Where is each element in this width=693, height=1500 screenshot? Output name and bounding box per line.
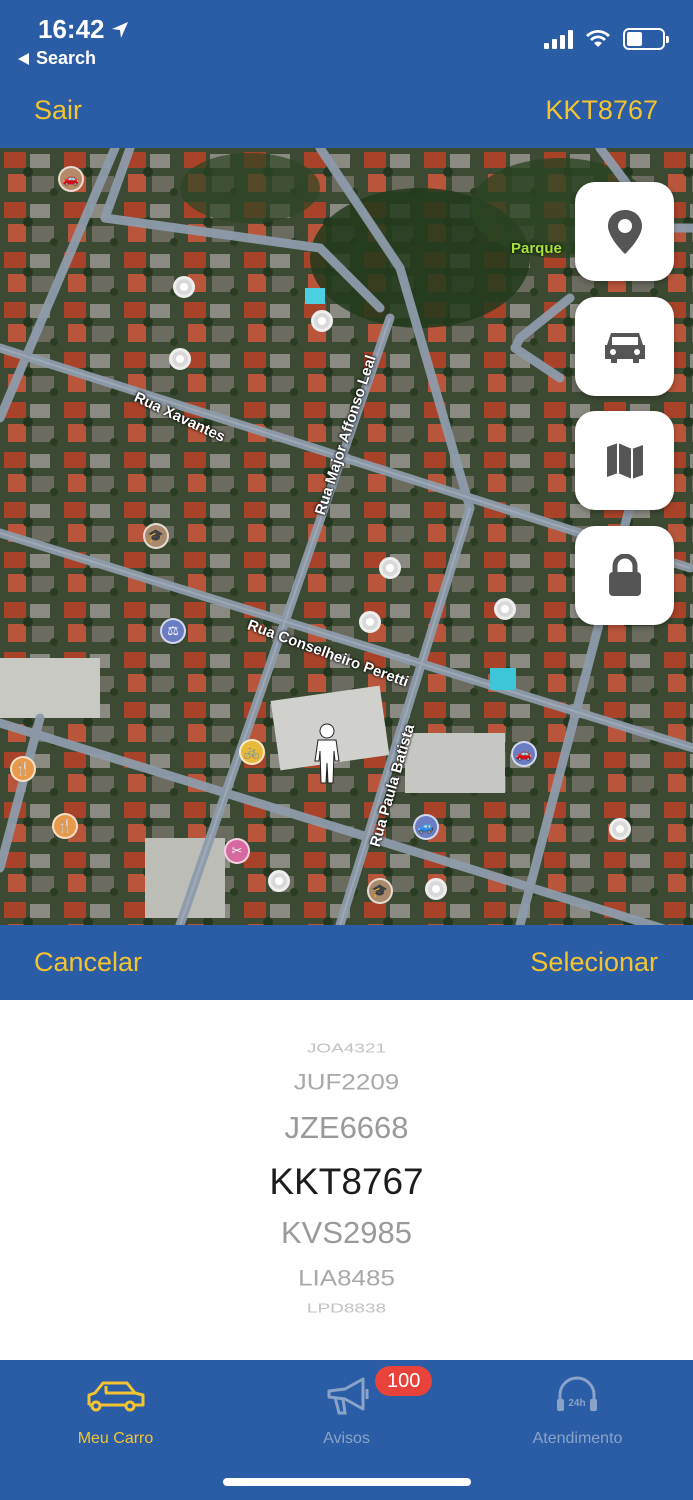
satellite-map[interactable]: Rua Xavantes Rua Major Affonso Leal Rua …	[0, 148, 693, 925]
place-poi-icon[interactable]	[169, 348, 191, 370]
place-poi-icon[interactable]	[425, 878, 447, 900]
place-poi-icon[interactable]	[494, 598, 516, 620]
car-icon	[604, 332, 645, 363]
status-indicators	[544, 28, 669, 50]
place-poi-icon[interactable]	[173, 276, 195, 298]
wifi-icon	[586, 30, 610, 47]
map-icon	[606, 442, 643, 479]
car-poi-icon[interactable]: 🚗	[511, 741, 537, 767]
lock-button[interactable]	[575, 526, 674, 625]
headset-24h-icon: 24h	[557, 1376, 597, 1411]
plate-title[interactable]: KKT8767	[545, 95, 658, 126]
location-arrow-icon	[111, 21, 128, 38]
tab-label: Meu Carro	[77, 1430, 154, 1447]
school-poi-icon[interactable]: 🎓	[143, 523, 169, 549]
location-pin-button[interactable]	[575, 182, 674, 281]
battery-icon	[623, 28, 669, 50]
bicycle-poi-icon[interactable]: 🚲	[239, 739, 265, 765]
picker-item[interactable]: LPD8838	[0, 1301, 693, 1316]
place-poi-icon[interactable]	[359, 611, 381, 633]
salon-poi-icon[interactable]: ✂	[224, 838, 250, 864]
picker-toolbar: Cancelar Selecionar	[0, 925, 693, 1000]
picker-item[interactable]: JZE6668	[0, 1110, 693, 1146]
back-search-label: Search	[36, 48, 97, 68]
carwash-poi-icon[interactable]: 🚙	[413, 814, 439, 840]
notification-badge: 100	[375, 1366, 433, 1396]
restaurant-poi-icon[interactable]: 🍴	[10, 756, 36, 782]
picker-item[interactable]: JOA4321	[0, 1041, 693, 1056]
megaphone-icon	[327, 1377, 369, 1415]
car-button[interactable]	[575, 297, 674, 396]
place-poi-icon[interactable]	[311, 310, 333, 332]
select-button[interactable]: Selecionar	[530, 947, 658, 978]
exit-button[interactable]: Sair	[34, 95, 82, 126]
tab-label: Atendimento	[532, 1430, 623, 1447]
person-marker-icon	[314, 723, 340, 784]
place-poi-icon[interactable]	[268, 870, 290, 892]
svg-text:24h: 24h	[568, 1398, 585, 1409]
car-poi-icon[interactable]: 🚗	[58, 166, 84, 192]
park-label: Parque	[511, 240, 562, 257]
cancel-button[interactable]: Cancelar	[34, 947, 142, 978]
school-poi-icon[interactable]: 🎓	[367, 878, 393, 904]
back-to-search[interactable]: Search	[18, 48, 96, 69]
place-poi-icon[interactable]	[379, 557, 401, 579]
plate-picker[interactable]: JOA4321 JUF2209 JZE6668 KKT8767 KVS2985 …	[0, 1000, 693, 1360]
picker-item[interactable]: KVS2985	[0, 1215, 693, 1251]
car-outline-icon	[87, 1381, 145, 1412]
cellular-signal-icon	[544, 29, 573, 49]
location-pin-icon	[607, 209, 642, 254]
place-poi-icon[interactable]	[609, 818, 631, 840]
map-button[interactable]	[575, 411, 674, 510]
restaurant-poi-icon[interactable]: 🍴	[52, 813, 78, 839]
back-triangle-icon	[18, 52, 29, 65]
clock-text: 16:42	[38, 14, 105, 44]
picker-item-selected[interactable]: KKT8767	[0, 1161, 693, 1203]
picker-item[interactable]: JUF2209	[0, 1069, 693, 1095]
lock-icon	[608, 553, 641, 596]
top-header: 16:42 Search Sair KKT8767	[0, 0, 693, 148]
courthouse-poi-icon[interactable]: ⚖	[160, 618, 186, 644]
home-indicator[interactable]	[223, 1478, 471, 1486]
status-time: 16:42	[38, 14, 129, 45]
picker-item[interactable]: LIA8485	[0, 1265, 693, 1291]
tab-label: Avisos	[323, 1430, 370, 1447]
